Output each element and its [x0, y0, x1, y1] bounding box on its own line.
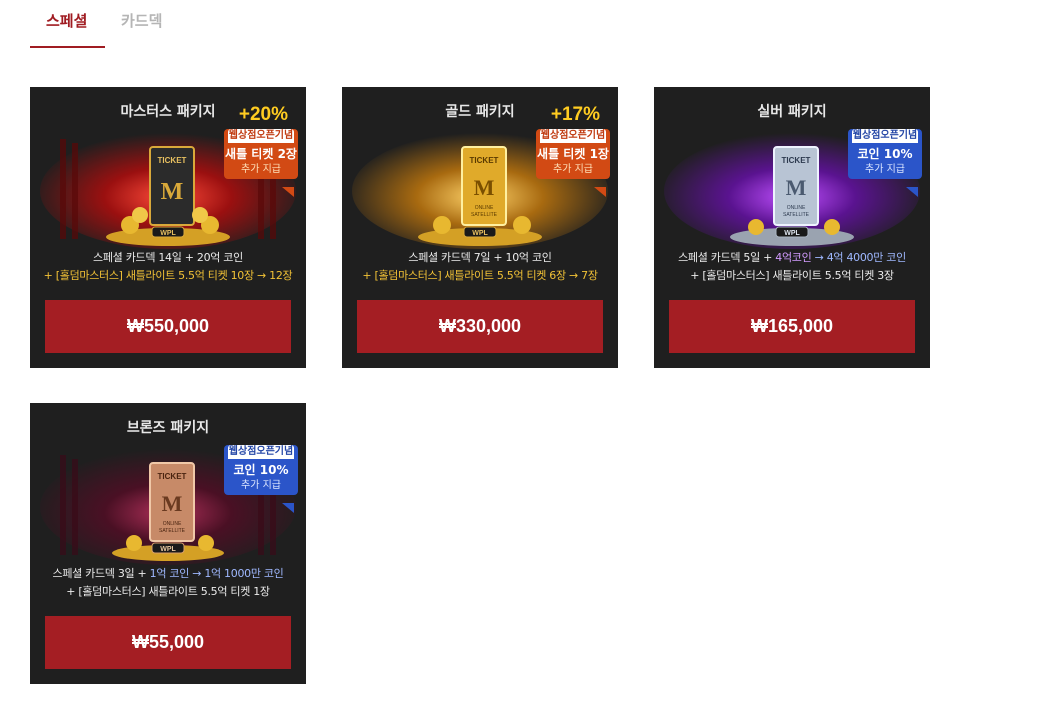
- tab-bar: 스페셜 카드덱: [30, 0, 178, 48]
- svg-text:ONLINE: ONLINE: [787, 205, 806, 211]
- badge-tail: [282, 187, 294, 197]
- buy-button-gold[interactable]: ₩330,000: [357, 300, 603, 353]
- description-line-1: 스페셜 카드덱 7일 + 10억 코인: [408, 251, 552, 264]
- badge-tail: [594, 187, 606, 197]
- description-old-coins: 4억코인: [775, 251, 812, 264]
- description-line-1: 스페셜 카드덱 14일 + 20억 코인: [93, 251, 243, 264]
- tab-card-deck[interactable]: 카드덱: [105, 0, 178, 48]
- svg-text:TICKET: TICKET: [158, 472, 187, 481]
- badge-label: 웹상점오픈기념: [228, 445, 294, 459]
- svg-text:M: M: [474, 175, 495, 200]
- promo-badge: 웹상점오픈기념 코인 10% 추가 지급: [224, 445, 298, 513]
- badge-main: 새틀 티켓 2장: [225, 147, 297, 161]
- description-old-coins: 1억 코인: [149, 567, 190, 580]
- badge-label: 웹상점오픈기념: [228, 129, 294, 143]
- svg-text:SATELLITE: SATELLITE: [783, 212, 810, 218]
- package-description: 스페셜 카드덱 14일 + 20억 코인 + [홀덤마스터스] 새틀라이트 5.…: [34, 249, 302, 285]
- svg-text:M: M: [161, 179, 184, 205]
- badge-label: 웹상점오픈기념: [852, 129, 918, 143]
- package-card-bronze: TICKET M ONLINE SATELLITE WPL 브론즈 패키지 웹상…: [30, 403, 306, 684]
- svg-text:ONLINE: ONLINE: [163, 521, 182, 527]
- badge-sub: 추가 지급: [865, 164, 905, 175]
- package-description: 스페셜 카드덱 5일 + 4억코인 → 4억 4000만 코인 + [홀덤마스터…: [658, 249, 926, 285]
- package-description: 스페셜 카드덱 7일 + 10억 코인 + [홀덤마스터스] 새틀라이트 5.5…: [346, 249, 614, 285]
- description-line-2: + [홀덤마스터스] 새틀라이트 5.5억 티켓 10장 → 12장: [43, 269, 293, 282]
- description-new-coins: → 1억 1000만 코인: [189, 567, 284, 580]
- badge-sub: 추가 지급: [241, 480, 281, 491]
- tab-special[interactable]: 스페셜: [30, 0, 105, 48]
- badge-main: 코인 10%: [233, 463, 289, 477]
- buy-button-bronze[interactable]: ₩55,000: [45, 616, 291, 669]
- description-line-2: + [홀덤마스터스] 새틀라이트 5.5억 티켓 6장 → 7장: [362, 269, 598, 282]
- svg-text:TICKET: TICKET: [782, 156, 811, 165]
- badge-label: 웹상점오픈기념: [540, 129, 606, 143]
- package-title: 브론즈 패키지: [126, 420, 210, 436]
- svg-text:ONLINE: ONLINE: [475, 205, 494, 211]
- package-card-gold: TICKET M ONLINE SATELLITE WPL 골드 패키지 +17…: [342, 87, 618, 368]
- svg-text:TICKET: TICKET: [158, 156, 187, 165]
- svg-text:WPL: WPL: [160, 230, 176, 237]
- package-description: 스페셜 카드덱 3일 + 1억 코인 → 1억 1000만 코인 + [홀덤마스…: [34, 565, 302, 601]
- svg-text:M: M: [162, 491, 183, 516]
- package-card-masters: TICKET M WPL 마스터스 패키지 +20% 웹상점오픈기념 새틀 티켓…: [30, 87, 306, 368]
- svg-text:SATELLITE: SATELLITE: [471, 212, 498, 218]
- package-title: 실버 패키지: [757, 104, 827, 120]
- svg-text:WPL: WPL: [784, 230, 800, 237]
- svg-text:SATELLITE: SATELLITE: [159, 528, 186, 534]
- buy-button-silver[interactable]: ₩165,000: [669, 300, 915, 353]
- badge-main: 코인 10%: [857, 147, 913, 161]
- bonus-percent: +17%: [550, 104, 600, 125]
- description-line-2: + [홀덤마스터스] 새틀라이트 5.5억 티켓 1장: [66, 585, 270, 598]
- description-text: 스페셜 카드덱 3일 +: [52, 567, 150, 580]
- badge-sub: 추가 지급: [241, 164, 281, 175]
- package-card-silver: TICKET M ONLINE SATELLITE WPL 실버 패키지 웹상점…: [654, 87, 930, 368]
- description-new-coins: → 4억 4000만 코인: [811, 251, 907, 264]
- badge-tail: [282, 503, 294, 513]
- buy-button-masters[interactable]: ₩550,000: [45, 300, 291, 353]
- description-line-1: 스페셜 카드덱 5일 + 4억코인 → 4억 4000만 코인: [658, 249, 926, 267]
- badge-tail: [906, 187, 918, 197]
- description-line-1: 스페셜 카드덱 3일 + 1억 코인 → 1억 1000만 코인: [34, 565, 302, 583]
- svg-text:WPL: WPL: [160, 546, 176, 553]
- description-text: 스페셜 카드덱 5일 +: [678, 251, 776, 264]
- svg-text:TICKET: TICKET: [470, 156, 499, 165]
- svg-text:M: M: [786, 175, 807, 200]
- description-line-2: + [홀덤마스터스] 새틀라이트 5.5억 티켓 3장: [690, 269, 894, 282]
- promo-badge: 웹상점오픈기념 새틀 티켓 1장 추가 지급: [536, 129, 610, 197]
- promo-badge: 웹상점오픈기념 새틀 티켓 2장 추가 지급: [224, 129, 298, 197]
- svg-text:WPL: WPL: [472, 230, 488, 237]
- badge-main: 새틀 티켓 1장: [537, 147, 609, 161]
- badge-sub: 추가 지급: [553, 164, 593, 175]
- bonus-percent: +20%: [238, 104, 288, 125]
- promo-badge: 웹상점오픈기념 코인 10% 추가 지급: [848, 129, 922, 197]
